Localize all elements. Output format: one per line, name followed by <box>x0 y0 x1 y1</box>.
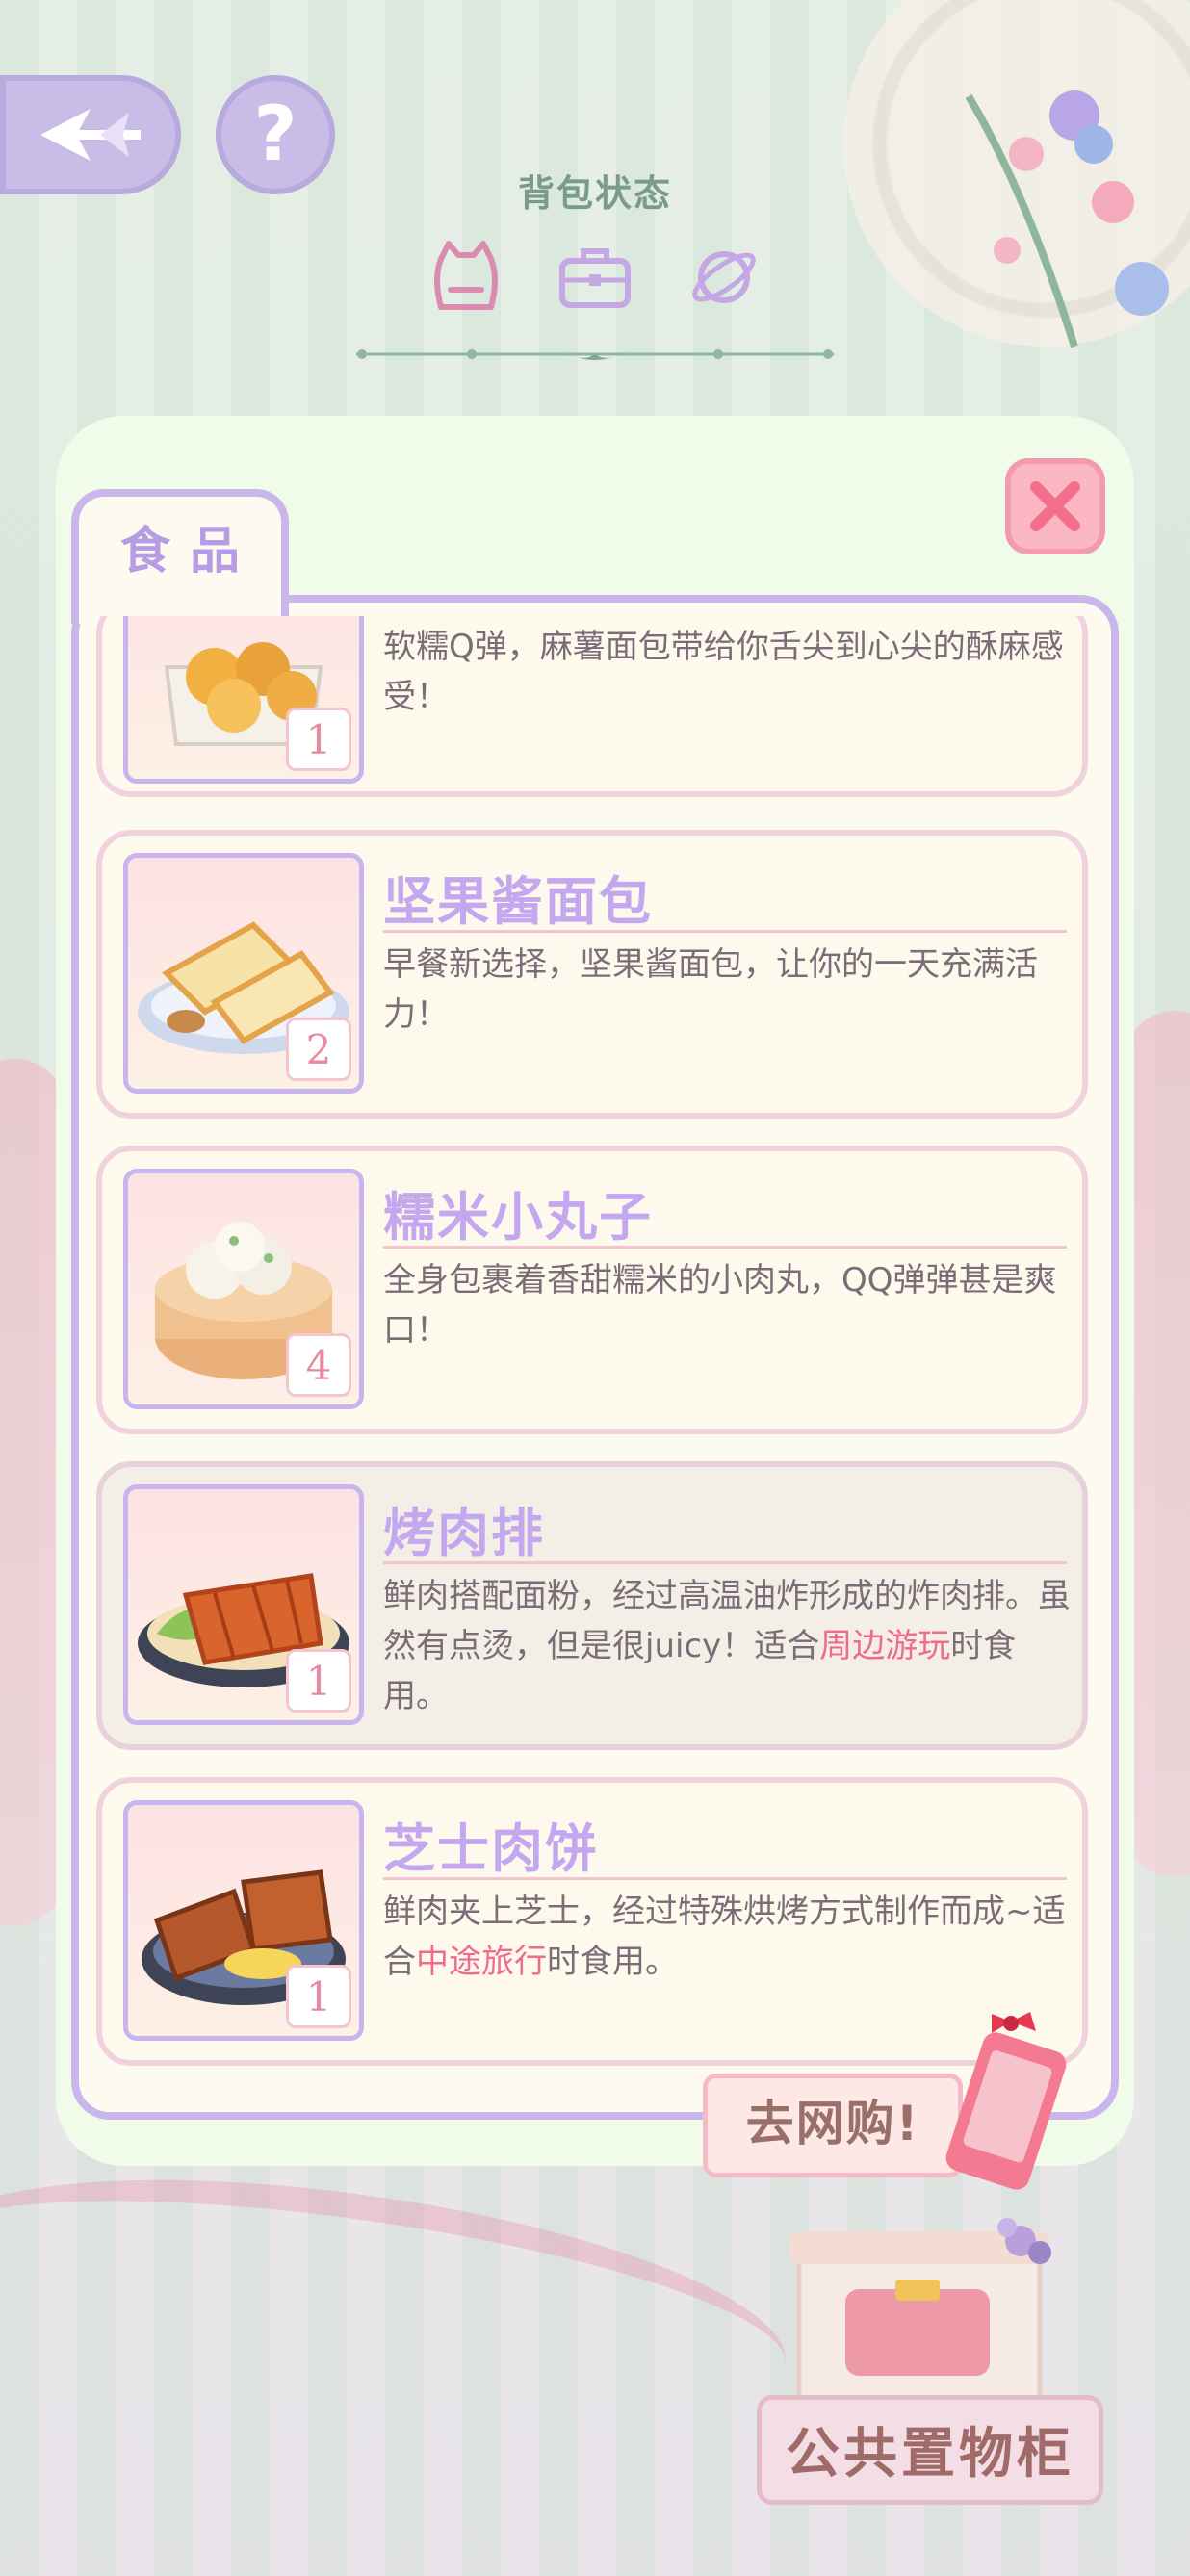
name-underline <box>383 930 1067 933</box>
ornamental-divider <box>356 348 834 360</box>
tab-planet[interactable] <box>678 231 770 323</box>
list-item[interactable]: 2 坚果酱面包 早餐新选择，坚果酱面包，让你的一天充满活力！ <box>96 830 1088 1119</box>
cat-backpack-icon <box>434 241 498 310</box>
list-item[interactable]: 1 软糯Q弹，麻薯面包带给你舌尖到心尖的酥麻感受！ <box>96 616 1088 797</box>
item-name: 坚果酱面包 <box>383 871 653 932</box>
close-button[interactable] <box>1005 458 1105 554</box>
item-description: 鲜肉搭配面粉，经过高温油炸形成的炸肉排。虽然有点烫，但是很juicy！适合周边游… <box>383 1577 1071 1715</box>
locker-label: 公共置物柜 <box>786 2423 1074 2486</box>
page-title: 背包状态 <box>517 172 672 215</box>
public-locker-button[interactable]: 公共置物柜 <box>757 2193 1103 2559</box>
tab-food-label: 食品 <box>119 523 259 580</box>
item-image: 2 <box>123 853 364 1094</box>
cabinet-icon <box>789 2218 1051 2417</box>
quantity-badge: 1 <box>286 708 351 771</box>
item-image: 1 <box>123 1484 364 1725</box>
item-image: 1 <box>123 616 364 784</box>
suitcase-icon <box>559 248 631 308</box>
item-description: 全身包裹着香甜糯米的小肉丸，QQ弹弹甚是爽口！ <box>383 1261 1057 1350</box>
back-arrow-icon <box>40 109 141 161</box>
highlight-text: 中途旅行 <box>416 1943 547 1981</box>
name-underline <box>383 1877 1067 1880</box>
phone-icon <box>945 2012 1067 2190</box>
item-list[interactable]: 1 软糯Q弹，麻薯面包带给你舌尖到心尖的酥麻感受！ 2 坚果酱面包 早餐新选择，… <box>92 616 1094 2099</box>
item-description: 早餐新选择，坚果酱面包，让你的一天充满活力！ <box>383 945 1038 1034</box>
item-description: 软糯Q弹，麻薯面包带给你舌尖到心尖的酥麻感受！ <box>383 628 1064 716</box>
item-image: 4 <box>123 1169 364 1409</box>
list-item[interactable]: 4 糯米小丸子 全身包裹着香甜糯米的小肉丸，QQ弹弹甚是爽口！ <box>96 1146 1088 1434</box>
quantity-badge: 2 <box>286 1018 351 1081</box>
planet-icon <box>692 251 756 303</box>
online-shop-button[interactable]: 去网购! <box>703 2012 1092 2190</box>
item-name: 烤肉排 <box>383 1503 545 1563</box>
tab-cat-backpack[interactable] <box>420 231 512 323</box>
item-description: 鲜肉夹上芝士，经过特殊烘烤方式制作而成~适合中途旅行时食用。 <box>383 1893 1066 1981</box>
quantity-badge: 1 <box>286 1649 351 1713</box>
item-name: 糯米小丸子 <box>383 1187 653 1248</box>
close-icon <box>1030 481 1080 531</box>
highlight-text: 周边游玩 <box>819 1627 951 1665</box>
item-image: 1 <box>123 1800 364 2041</box>
name-underline <box>383 1246 1067 1249</box>
quantity-badge: 4 <box>286 1333 351 1397</box>
list-item-selected[interactable]: 1 烤肉排 鲜肉搭配面粉，经过高温油炸形成的炸肉排。虽然有点烫，但是很juicy… <box>96 1461 1088 1750</box>
name-underline <box>383 1561 1067 1564</box>
tab-suitcase[interactable] <box>549 231 641 323</box>
quantity-badge: 1 <box>286 1965 351 2028</box>
item-name: 芝士肉饼 <box>383 1818 599 1879</box>
category-tabs <box>420 231 770 323</box>
